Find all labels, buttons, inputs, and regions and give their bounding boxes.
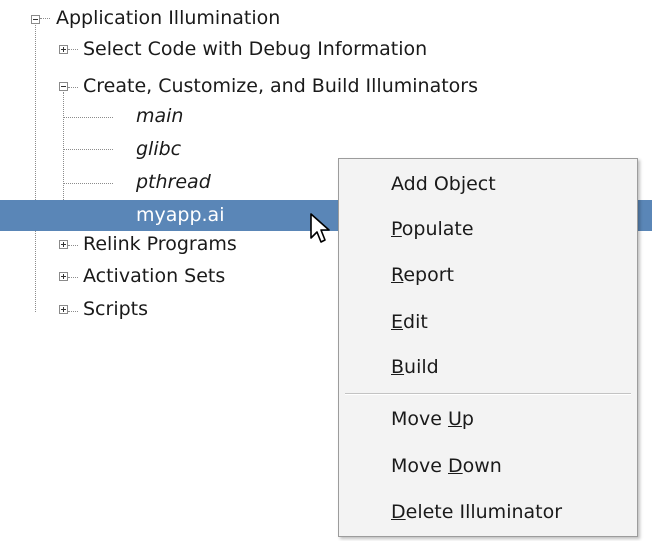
tree-node-label: glibc xyxy=(136,138,182,160)
collapse-icon[interactable] xyxy=(59,82,68,91)
menu-item-label: eport xyxy=(403,264,454,286)
mouse-pointer-icon xyxy=(310,213,330,243)
menu-item-delete-illuminator[interactable]: Delete Illuminator xyxy=(339,489,637,535)
menu-item-add-object[interactable]: Add Object xyxy=(339,161,637,207)
menu-accelerator: U xyxy=(448,408,462,430)
tree-node-select-code[interactable]: Select Code with Debug Information xyxy=(0,34,652,65)
menu-item-label: dit xyxy=(403,311,428,333)
tree-node-label: pthread xyxy=(136,171,211,193)
menu-item-label: Move xyxy=(391,455,448,477)
menu-item-label: p xyxy=(461,408,474,430)
context-menu: Add Object Populate Report Edit Build Mo… xyxy=(338,158,638,537)
menu-item-label: Move xyxy=(391,408,448,430)
tree-node-label: Select Code with Debug Information xyxy=(83,38,428,60)
menu-accelerator: R xyxy=(391,264,404,286)
tree-node-create-illuminators[interactable]: Create, Customize, and Build Illuminator… xyxy=(0,71,652,102)
tree-node-application-illumination[interactable]: Application Illumination xyxy=(0,3,652,34)
tree-node-label: Scripts xyxy=(83,298,149,320)
menu-item-label: uild xyxy=(404,356,439,378)
menu-separator xyxy=(345,393,631,395)
menu-item-label: opulate xyxy=(401,218,474,240)
tree-node-label: myapp.ai xyxy=(136,204,225,226)
menu-item-build[interactable]: Build xyxy=(339,344,637,390)
menu-item-edit[interactable]: Edit xyxy=(339,299,637,345)
menu-accelerator: D xyxy=(448,455,463,477)
expand-icon[interactable] xyxy=(59,272,68,281)
collapse-icon[interactable] xyxy=(31,15,40,24)
menu-accelerator: P xyxy=(391,218,402,240)
menu-accelerator: E xyxy=(391,311,404,333)
tree-node-illuminator-main[interactable]: main xyxy=(0,101,652,132)
menu-accelerator: B xyxy=(391,356,405,378)
tree-node-label: Activation Sets xyxy=(83,265,226,287)
menu-accelerator: D xyxy=(391,501,406,523)
menu-item-label: elete Illuminator xyxy=(405,501,563,523)
expand-icon[interactable] xyxy=(59,305,68,314)
expand-icon[interactable] xyxy=(59,45,68,54)
tree-node-label: Relink Programs xyxy=(83,233,237,255)
tree-node-label: main xyxy=(136,105,184,127)
menu-item-move-up[interactable]: Move Up xyxy=(339,396,637,442)
menu-item-label: own xyxy=(462,455,502,477)
menu-item-populate[interactable]: Populate xyxy=(339,206,637,252)
expand-icon[interactable] xyxy=(59,240,68,249)
menu-item-report[interactable]: Report xyxy=(339,252,637,298)
tree-node-label: Create, Customize, and Build Illuminator… xyxy=(83,75,479,97)
menu-item-label: Add Object xyxy=(391,173,496,195)
tree-node-label: Application Illumination xyxy=(56,7,281,29)
menu-item-move-down[interactable]: Move Down xyxy=(339,443,637,489)
